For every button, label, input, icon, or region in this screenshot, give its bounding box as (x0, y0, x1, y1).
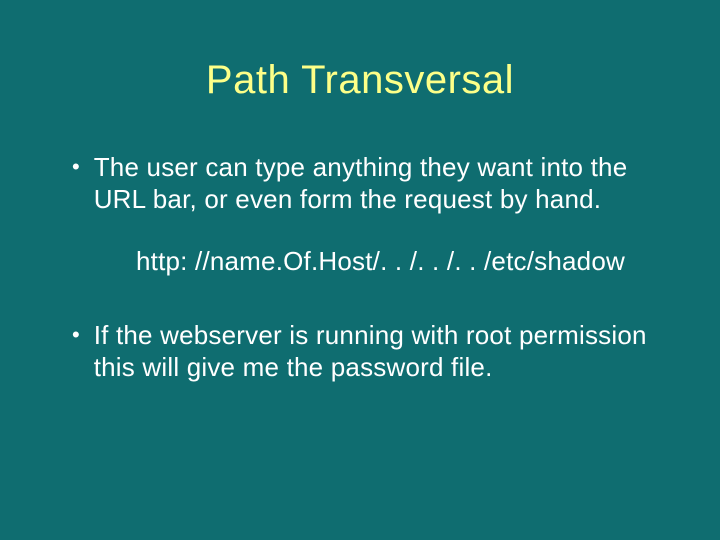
example-url: http: //name.Of.Host/. . /. . /. . /etc/… (72, 245, 660, 277)
bullet-item: • The user can type anything they want i… (72, 151, 660, 215)
bullet-marker: • (72, 151, 94, 183)
bullet-item: • If the webserver is running with root … (72, 319, 660, 383)
slide-body: • The user can type anything they want i… (0, 121, 720, 383)
bullet-text-1: The user can type anything they want int… (94, 151, 660, 215)
bullet-text-2: If the webserver is running with root pe… (94, 319, 660, 383)
bullet-marker: • (72, 319, 94, 351)
slide-title: Path Transversal (0, 0, 720, 121)
slide-container: Path Transversal • The user can type any… (0, 0, 720, 540)
